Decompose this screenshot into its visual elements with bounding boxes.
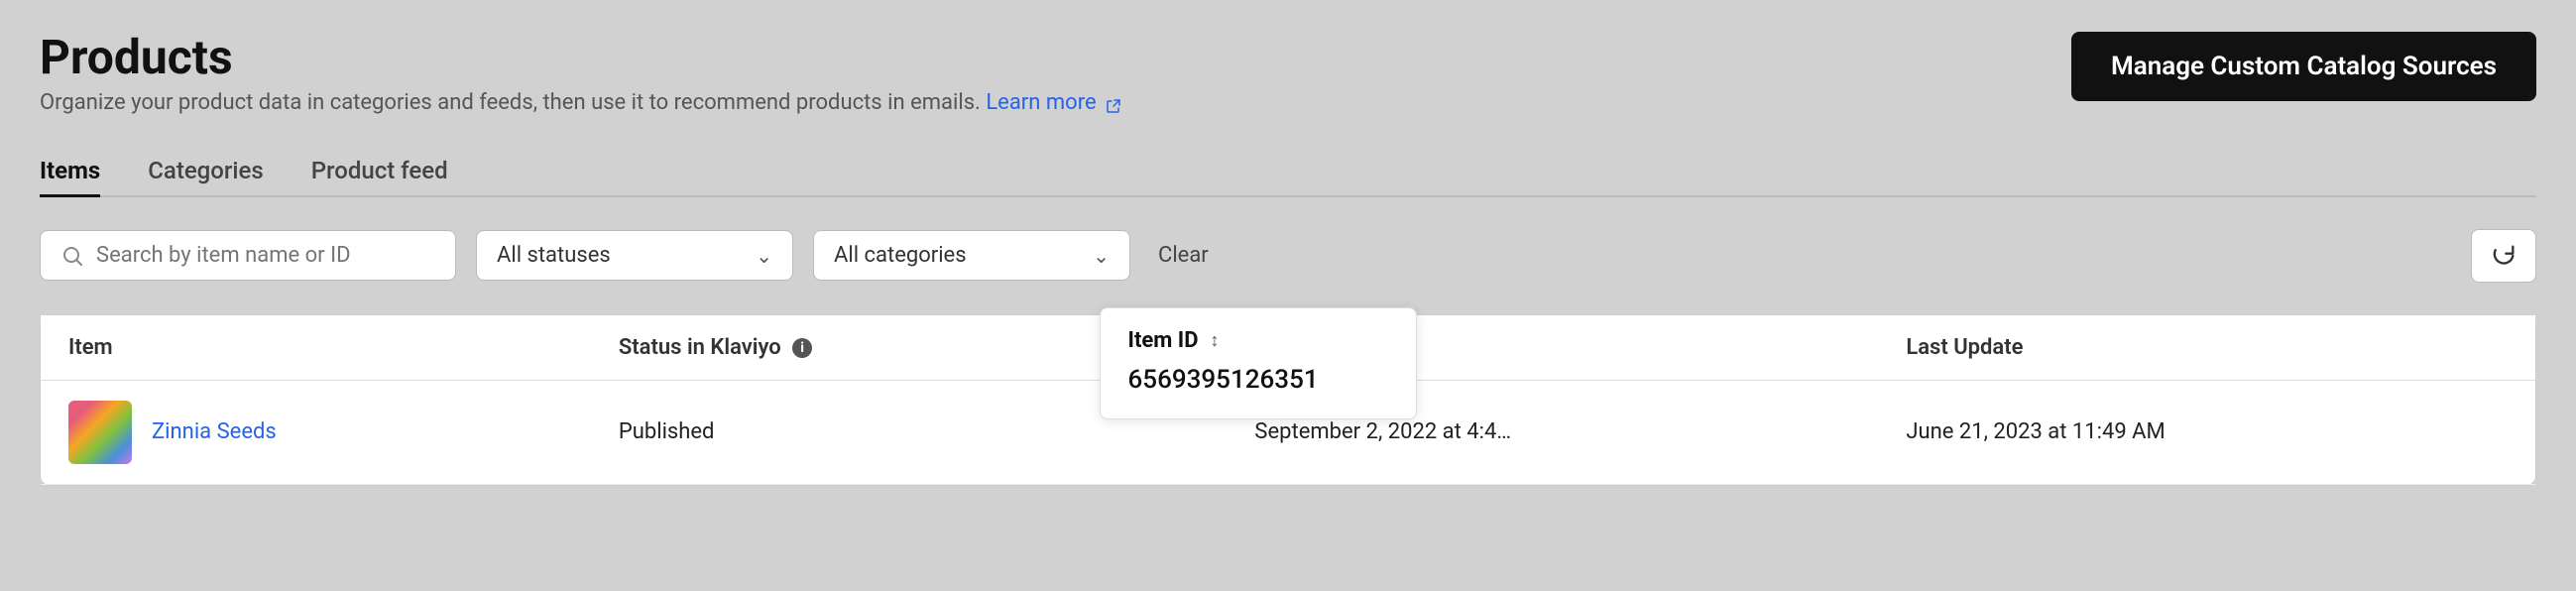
th-item: Item [41,315,591,381]
popup-item-id-label: Item ID [1128,328,1199,353]
products-table: Item Status in Klaviyo i Item ID ↕ [41,315,2535,485]
all-statuses-dropdown[interactable]: All statuses ⌄ [476,230,793,281]
search-box [40,230,456,281]
th-status: Status in Klaviyo i [591,315,1112,381]
tab-items[interactable]: Items [40,147,100,197]
header-subtitle: Organize your product data in categories… [40,90,1121,115]
item-cell: Zinnia Seeds [68,401,563,464]
item-name-link[interactable]: Zinnia Seeds [152,419,277,444]
search-icon [60,244,84,268]
filters-row: All statuses ⌄ All categories ⌄ Clear [40,229,2536,283]
sort-icon: ↕ [1211,330,1220,351]
td-last-update: June 21, 2023 at 11:49 AM [1878,380,2535,484]
table-container: Item Status in Klaviyo i Item ID ↕ [40,314,2536,486]
refresh-icon [2490,242,2517,270]
statuses-chevron-icon: ⌄ [756,244,772,268]
header-left: Products Organize your product data in c… [40,32,1121,115]
learn-more-link[interactable]: Learn more [986,90,1121,115]
tab-categories[interactable]: Categories [148,147,263,197]
subtitle-text: Organize your product data in categories… [40,90,981,115]
categories-chevron-icon: ⌄ [1093,244,1110,268]
page-title: Products [40,32,1121,84]
td-status: Published [591,380,1112,484]
item-id-popup: Item ID ↕ 6569395126351 [1100,307,1417,419]
search-input[interactable] [96,243,435,268]
item-thumbnail [68,401,132,464]
popup-item-id-value: 6569395126351 [1128,365,1388,395]
table-header-row: Item Status in Klaviyo i Item ID ↕ [41,315,2535,381]
all-categories-label: All categories [834,243,967,268]
th-item-id: Item ID ↕ 6569395126351 [1112,315,1228,381]
th-last-update: Last Update [1878,315,2535,381]
page-container: Products Organize your product data in c… [0,0,2576,591]
header-row: Products Organize your product data in c… [40,32,2536,115]
tab-product-feed[interactable]: Product feed [311,147,448,197]
td-item: Zinnia Seeds [41,380,591,484]
external-link-icon [1106,95,1121,111]
all-categories-dropdown[interactable]: All categories ⌄ [813,230,1130,281]
manage-custom-catalog-sources-button[interactable]: Manage Custom Catalog Sources [2071,32,2536,101]
status-info-icon: i [792,338,812,358]
tabs-row: Items Categories Product feed [40,147,2536,197]
clear-button[interactable]: Clear [1150,239,1217,272]
all-statuses-label: All statuses [497,243,611,268]
refresh-button[interactable] [2471,229,2536,283]
